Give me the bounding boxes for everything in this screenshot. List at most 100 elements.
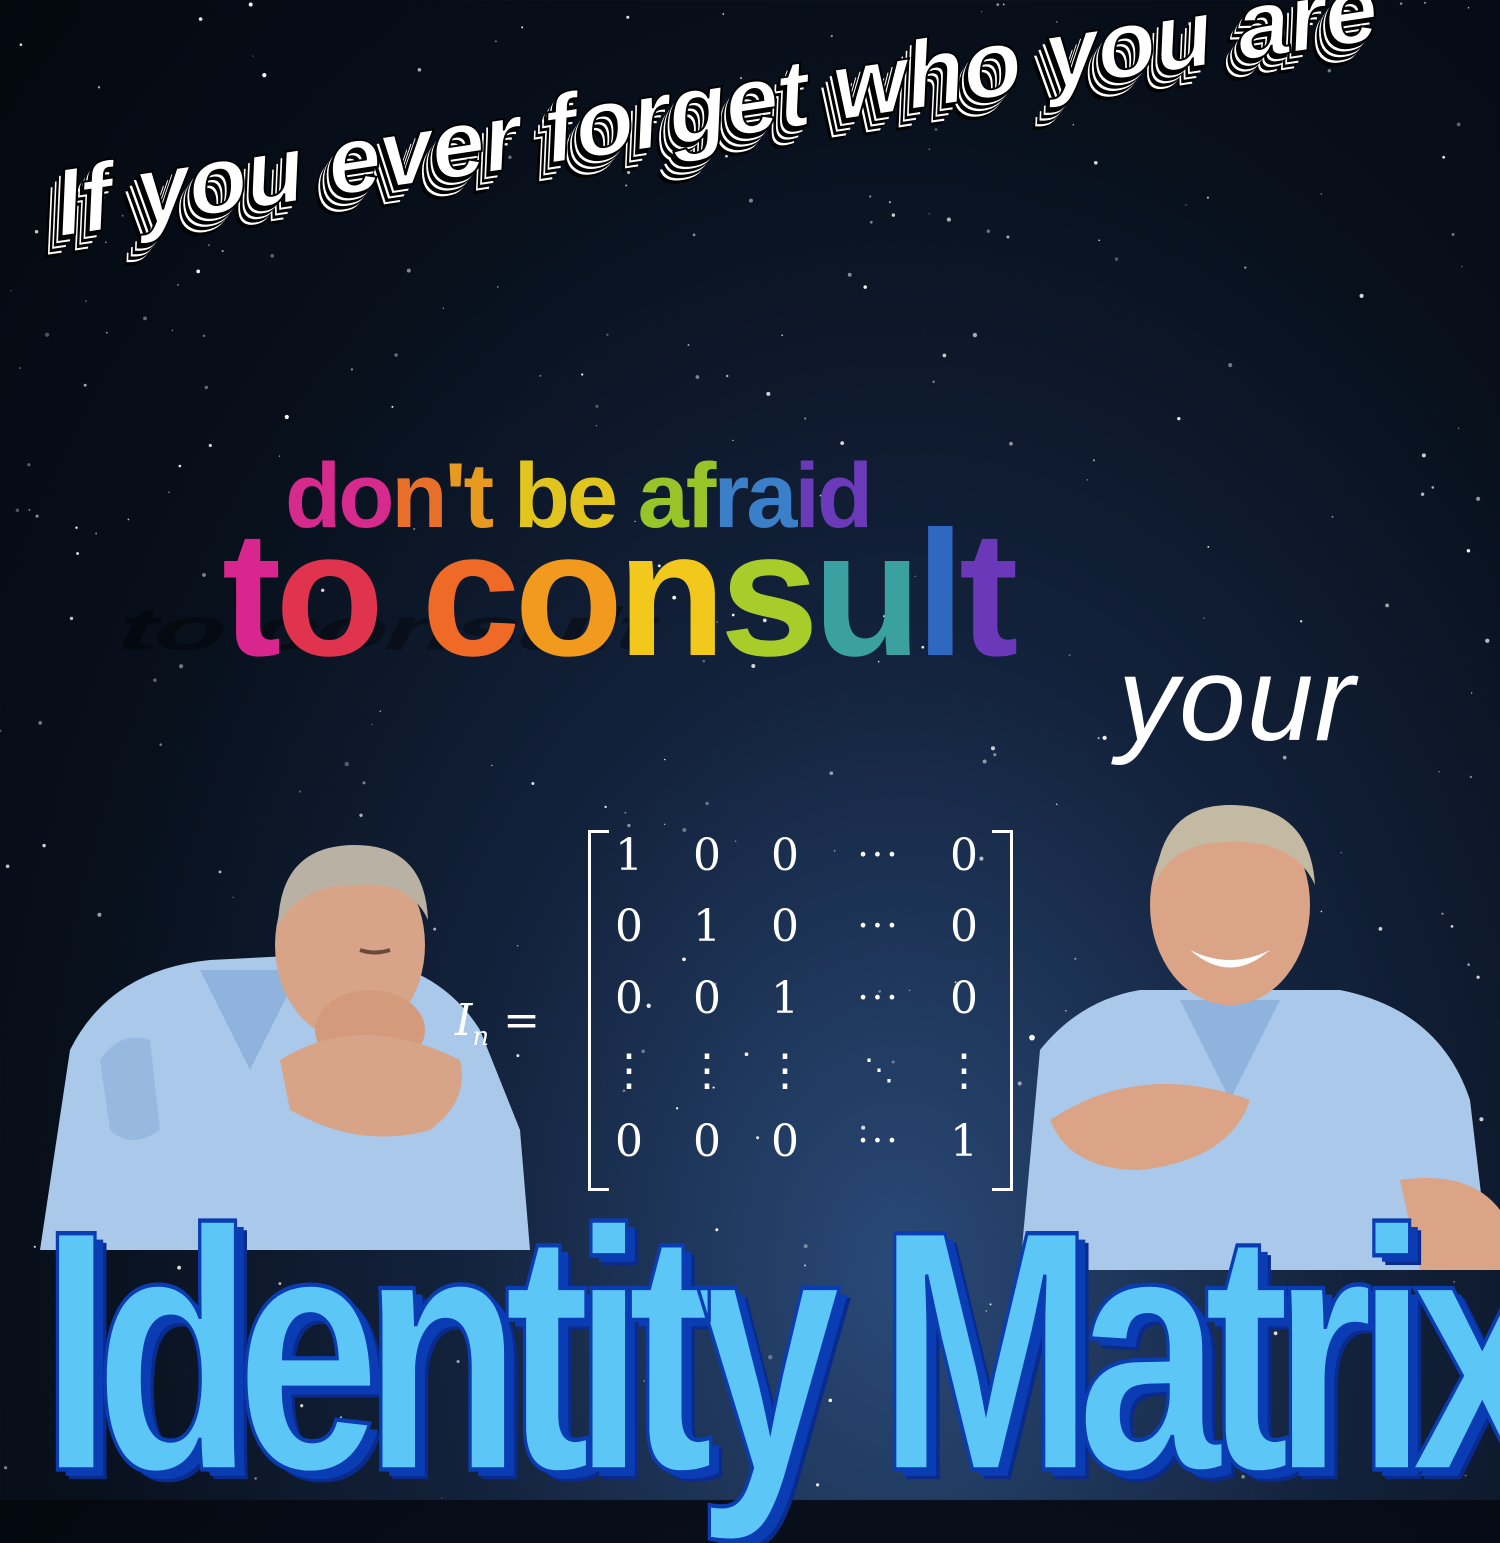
matrix-cell: ⋱: [864, 1052, 894, 1088]
star: [299, 790, 302, 793]
star: [97, 86, 101, 89]
star: [1485, 638, 1490, 643]
matrix-cell: 0: [693, 829, 721, 881]
star: [695, 375, 700, 379]
star: [863, 285, 867, 289]
matrix-period: .: [1025, 1000, 1039, 1051]
star: [1114, 257, 1119, 261]
star: [208, 443, 212, 448]
star: [1086, 479, 1088, 481]
star: [928, 148, 931, 150]
star: [344, 761, 349, 767]
star: [972, 332, 978, 338]
star: [595, 404, 599, 408]
star: [202, 573, 206, 577]
star: [626, 15, 630, 19]
matrix-cell: ⋮: [942, 1044, 986, 1096]
star: [35, 514, 39, 518]
star: [284, 414, 289, 420]
star: [127, 518, 130, 521]
star: [208, 244, 210, 246]
star: [168, 491, 170, 493]
star: [417, 67, 422, 72]
star: [4, 1466, 8, 1470]
star: [722, 13, 725, 15]
star: [664, 758, 666, 761]
star: [85, 300, 87, 302]
matrix-cell: ···: [857, 905, 901, 947]
star: [69, 616, 74, 621]
star: [982, 759, 987, 764]
star: [1385, 603, 1390, 608]
matrix-cell: ⋮: [607, 1044, 651, 1096]
star: [278, 455, 281, 457]
matrix-cell: 0: [693, 972, 721, 1024]
star: [692, 233, 696, 237]
matrix-subscript: n: [472, 1021, 490, 1052]
star: [748, 198, 753, 203]
star: [496, 286, 499, 288]
star: [105, 331, 108, 334]
star: [19, 43, 23, 46]
star: [932, 380, 935, 384]
star: [359, 813, 363, 817]
rainbow-segment: t: [222, 494, 281, 693]
matrix-label: In =: [455, 995, 540, 1052]
star: [350, 368, 354, 371]
star: [847, 272, 852, 277]
matrix-grid: 1 0 0 ··· 0 0 1 0 ··· 0 0 0 1 ··· 0 ⋮ ⋮ ⋮ ⋱ ⋮ 0 0 0 ··· 1: [590, 820, 986, 1170]
star: [248, 2, 253, 7]
star: [252, 55, 254, 57]
star: [1177, 416, 1181, 421]
star: [687, 344, 690, 346]
star: [196, 269, 201, 274]
star: [204, 385, 208, 390]
star: [946, 217, 951, 222]
star: [732, 439, 734, 442]
star: [928, 213, 930, 215]
star: [725, 374, 729, 378]
star: [604, 805, 607, 809]
star: [198, 17, 203, 21]
star: [1068, 654, 1071, 657]
star: [1006, 235, 1010, 239]
star: [0, 729, 2, 733]
star: [362, 781, 366, 785]
star: [804, 417, 807, 420]
star: [1093, 160, 1098, 165]
matrix-cell: 0: [950, 972, 978, 1024]
rainbow-segment: l: [915, 494, 966, 693]
star: [5, 864, 10, 869]
rainbow-segment: s: [719, 494, 819, 693]
rainbow-segment: t: [959, 494, 1018, 693]
star: [869, 220, 873, 224]
star: [1431, 486, 1435, 489]
star: [1206, 196, 1210, 199]
star: [202, 334, 206, 338]
star: [28, 509, 31, 511]
rainbow-segment: u: [812, 494, 922, 693]
star: [1092, 459, 1096, 462]
star: [1299, 620, 1303, 623]
star: [1203, 617, 1205, 619]
star: [1359, 293, 1364, 298]
star: [76, 552, 79, 555]
matrix-cell: ⋮: [685, 1044, 729, 1096]
star: [888, 201, 891, 204]
star: [1476, 496, 1481, 501]
matrix-cell: 0: [950, 900, 978, 952]
matrix-cell: ···: [857, 977, 901, 1019]
star: [176, 283, 179, 287]
star: [986, 229, 990, 233]
star: [1471, 692, 1473, 694]
star: [1228, 362, 1233, 368]
matrix-variable: I: [455, 995, 473, 1046]
star: [766, 391, 771, 396]
star: [379, 710, 382, 712]
star: [1072, 124, 1074, 126]
star: [27, 463, 31, 467]
matrix-cell: 1: [693, 900, 721, 952]
star: [595, 425, 598, 427]
star: [996, 3, 1000, 6]
star: [1438, 771, 1440, 773]
